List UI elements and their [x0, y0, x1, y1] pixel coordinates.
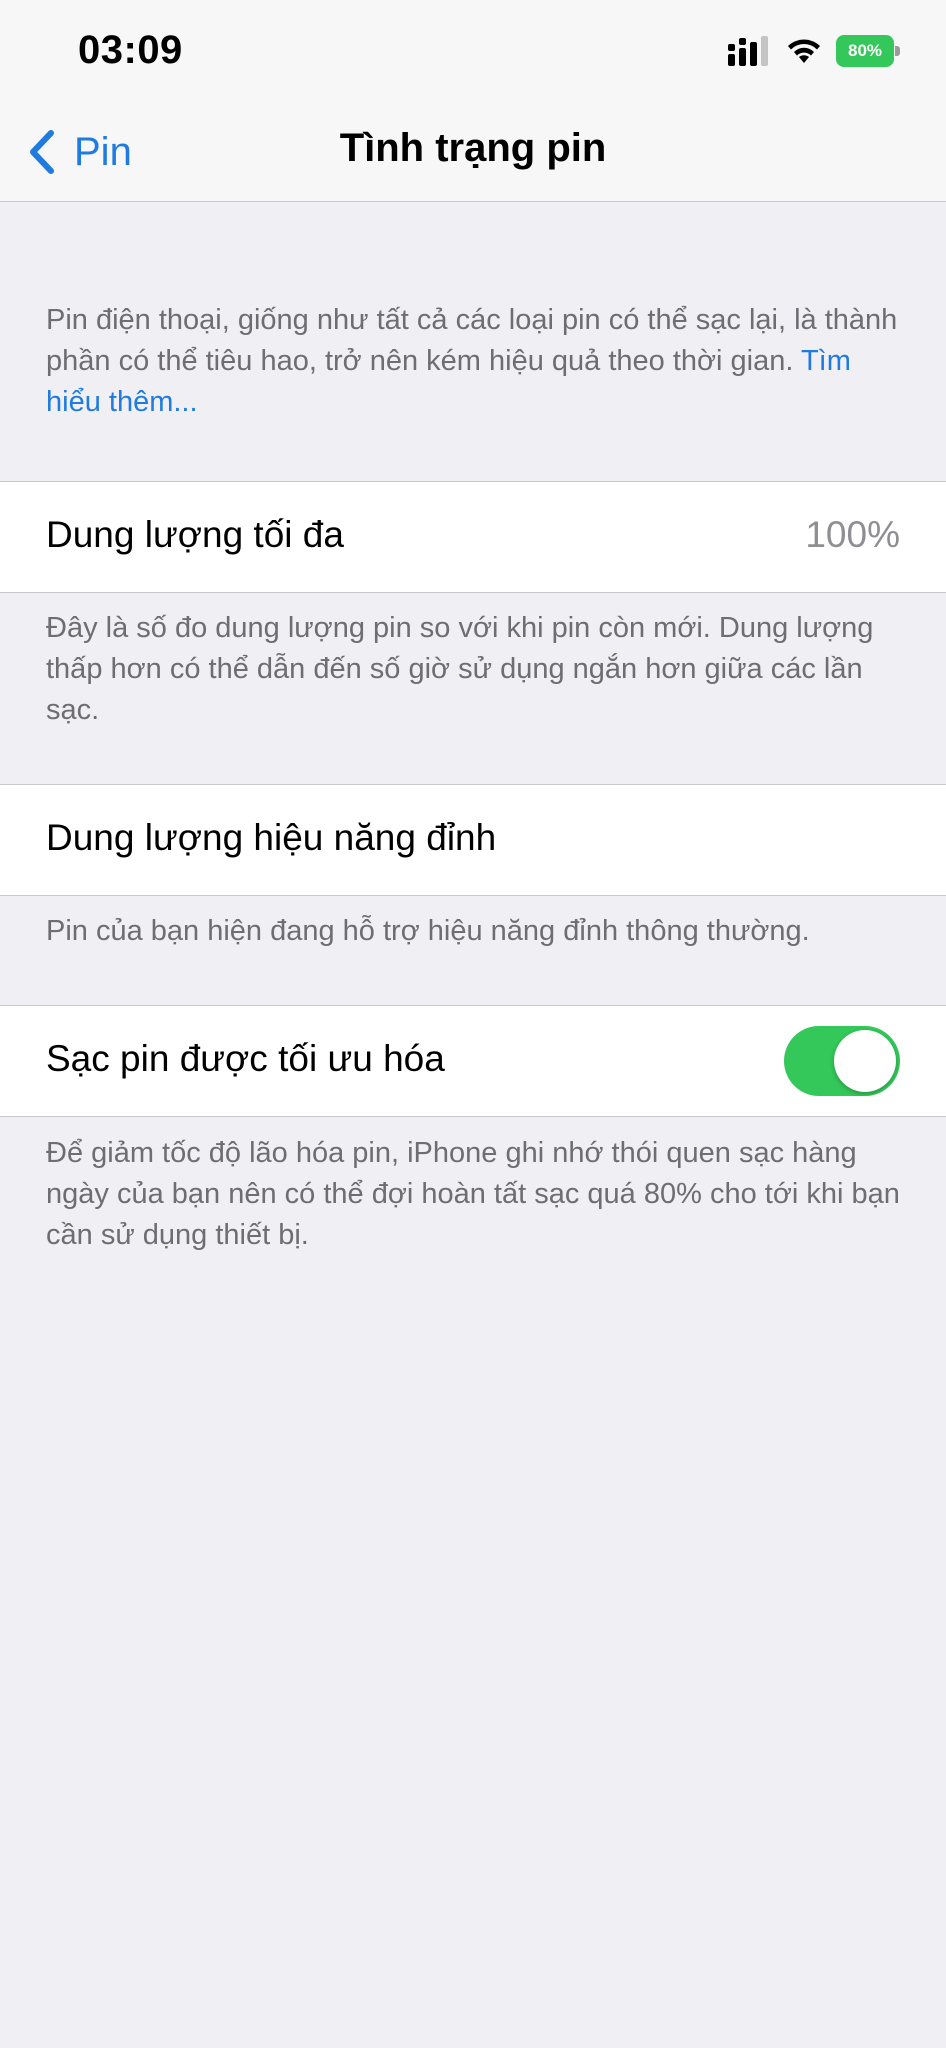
optimized-charging-description: Để giảm tốc độ lão hóa pin, iPhone ghi n… — [46, 1137, 900, 1251]
peak-performance-label: Dung lượng hiệu năng đỉnh — [46, 817, 497, 858]
cellular-signal-icon — [728, 36, 768, 66]
peak-performance-row: Dung lượng hiệu năng đỉnh — [0, 784, 946, 896]
battery-icon: 80% — [836, 35, 900, 67]
peak-performance-description: Pin của bạn hiện đang hỗ trợ hiệu năng đ… — [46, 915, 810, 947]
page-title: Tình trạng pin — [339, 126, 607, 170]
battery-percent: 80% — [836, 35, 894, 67]
max-capacity-label: Dung lượng tối đa — [46, 514, 344, 555]
intro-text: Pin điện thoại, giống như tất cả các loạ… — [46, 304, 898, 377]
navigation-bar: Pin Tình trạng pin — [0, 100, 946, 202]
max-capacity-value: 100% — [805, 514, 900, 555]
optimized-charging-row: Sạc pin được tối ưu hóa — [0, 1005, 946, 1117]
status-time: 03:09 — [78, 28, 183, 72]
max-capacity-description: Đây là số đo dung lượng pin so với khi p… — [46, 612, 874, 726]
battery-tip — [895, 46, 900, 56]
optimized-charging-toggle[interactable] — [784, 1026, 900, 1096]
status-bar: 03:09 80% — [0, 0, 946, 100]
max-capacity-row: Dung lượng tối đa 100% — [0, 481, 946, 593]
battery-health-screen: 03:09 80% Pin Tình trạng pin Pin điện th… — [0, 0, 946, 2048]
toggle-knob — [834, 1030, 896, 1092]
optimized-charging-label: Sạc pin được tối ưu hóa — [46, 1038, 445, 1079]
wifi-icon — [788, 39, 820, 63]
intro-description: Pin điện thoại, giống như tất cả các loạ… — [46, 300, 906, 423]
